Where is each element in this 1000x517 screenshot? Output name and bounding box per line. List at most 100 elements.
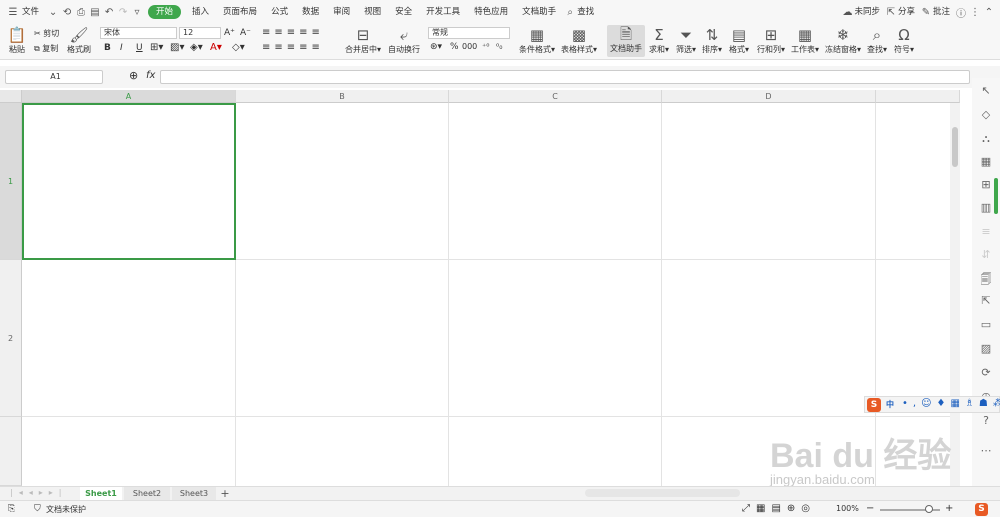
macro-icon[interactable]: ⎘ <box>8 504 15 514</box>
percent-button[interactable]: % <box>450 42 459 52</box>
bold-button[interactable]: B <box>104 43 111 53</box>
sort-sidebar-icon[interactable]: ⇵ <box>979 248 993 261</box>
tab-view[interactable]: 视图 <box>357 0 388 24</box>
ime-lang-toggle[interactable]: 中 <box>886 399 894 410</box>
row-header-3[interactable] <box>0 417 22 486</box>
font-grow-icon[interactable]: A⁺ <box>224 28 235 38</box>
file-menu[interactable]: 文件 <box>20 0 46 24</box>
merge-center-button[interactable]: ⊟ 合并居中▾ <box>343 26 383 55</box>
tab-security[interactable]: 安全 <box>388 0 419 24</box>
spreadsheet-grid[interactable]: A B C D 1 2 <box>0 90 960 486</box>
sort-button[interactable]: ⇅ 排序▾ <box>700 26 724 55</box>
format-painter-button[interactable]: 🖌 格式刷 <box>66 26 92 55</box>
font-shrink-icon[interactable]: A⁻ <box>240 28 251 38</box>
print-icon[interactable]: ⎙ <box>74 7 88 18</box>
fill-color-icon[interactable]: ▨▾ <box>170 42 184 53</box>
row-header-2[interactable]: 2 <box>0 260 22 417</box>
view-mode-icons[interactable]: ⤢▦▤⊕◎ <box>742 503 816 514</box>
tab-features[interactable]: 特色应用 <box>467 0 515 24</box>
zoom-level[interactable]: 100% <box>836 504 859 513</box>
search-label[interactable]: 查找 <box>577 0 601 24</box>
tab-formula[interactable]: 公式 <box>264 0 295 24</box>
column-header-c[interactable]: C <box>449 90 662 103</box>
cond-format-button[interactable]: ▦ 条件格式▾ <box>517 26 557 55</box>
chevron-down-icon[interactable]: ⌄ <box>46 7 60 18</box>
column-header-d[interactable]: D <box>662 90 876 103</box>
cut-button[interactable]: ✂ 剪切 <box>34 28 59 39</box>
question-icon[interactable]: ? <box>979 414 993 427</box>
tab-review[interactable]: 审阅 <box>326 0 357 24</box>
paste-button[interactable]: 📋 粘贴 <box>6 26 28 55</box>
list-icon[interactable]: ≡ <box>979 225 993 238</box>
column-header-a[interactable]: A <box>22 90 236 103</box>
sum-button[interactable]: Σ 求和▾ <box>648 26 670 55</box>
font-select[interactable]: 宋体 <box>100 27 177 39</box>
share-button[interactable]: 分享 <box>898 0 919 24</box>
zoom-lookup-icon[interactable]: ⊕ <box>129 69 138 82</box>
thousands-button[interactable]: 000 <box>462 42 477 51</box>
horizontal-scrollbar[interactable] <box>585 489 740 497</box>
protect-status[interactable]: 文档未保护 <box>46 504 86 515</box>
share-icon[interactable]: ⇱ <box>884 7 898 18</box>
comment-icon[interactable]: ✎ <box>919 7 933 18</box>
freeze-button[interactable]: ❄ 冻结窗格▾ <box>823 26 863 55</box>
tab-home[interactable]: 开始 <box>148 5 182 19</box>
font-color-icon[interactable]: A▾ <box>210 42 222 53</box>
fx-button[interactable]: fx <box>146 70 155 81</box>
add-sheet-button[interactable]: + <box>218 487 232 500</box>
zoom-in-icon[interactable]: + <box>945 503 953 514</box>
symbol-button[interactable]: Ω 符号▾ <box>892 26 916 55</box>
table-style-button[interactable]: ▩ 表格样式▾ <box>559 26 599 55</box>
search-icon[interactable]: ⌕ <box>563 7 577 18</box>
chart-icon[interactable]: ▥ <box>979 201 993 214</box>
filter-button[interactable]: ⏷ 筛选▾ <box>674 26 698 55</box>
doc-helper-button[interactable]: 🗎 文档助手 <box>607 25 645 57</box>
export-icon[interactable]: ⇱ <box>979 294 993 307</box>
grid-icon[interactable]: ⊞ <box>979 178 993 191</box>
comment-button[interactable]: 批注 <box>933 0 954 24</box>
font-size-select[interactable]: 12 <box>179 27 221 39</box>
tab-insert[interactable]: 插入 <box>185 0 216 24</box>
wps-logo-icon[interactable]: S <box>975 503 988 516</box>
border-icon[interactable]: ⊞▾ <box>150 42 163 53</box>
table-icon[interactable]: ▦ <box>979 155 993 168</box>
italic-button[interactable]: I <box>120 43 123 53</box>
horizontal-align-icons[interactable]: ≡≡≡≡≡ <box>262 42 324 53</box>
decimal-inc-icon[interactable]: ⁺⁰ <box>482 42 489 51</box>
clear-icon[interactable]: ◇▾ <box>232 42 245 53</box>
row-header-1[interactable]: 1 <box>0 103 22 260</box>
preview-icon[interactable]: ▤ <box>88 7 102 18</box>
tab-page-layout[interactable]: 页面布局 <box>216 0 264 24</box>
wrap-text-button[interactable]: ⤶ 自动换行 <box>386 26 422 55</box>
image-icon[interactable]: ▨ <box>979 342 993 355</box>
cloud-icon[interactable]: ☁ <box>840 7 854 18</box>
column-header-b[interactable]: B <box>236 90 449 103</box>
zoom-out-icon[interactable]: − <box>866 503 874 514</box>
select-all-corner[interactable] <box>0 90 22 103</box>
format-button[interactable]: ▤ 格式▾ <box>727 26 751 55</box>
sheet-tab-3[interactable]: Sheet3 <box>172 487 216 500</box>
bucket-icon[interactable]: ◈▾ <box>190 42 203 53</box>
selected-cell-a1[interactable] <box>22 103 236 260</box>
currency-icon[interactable]: ⊛▾ <box>430 42 442 52</box>
more-icon[interactable]: ▿ <box>130 7 144 18</box>
underline-button[interactable]: U <box>136 43 143 53</box>
paint-icon[interactable]: ⛬ <box>979 132 993 146</box>
doc-icon[interactable]: 🗐 <box>979 271 993 290</box>
find-button[interactable]: ⌕ 查找▾ <box>866 26 888 55</box>
rowcol-button[interactable]: ⊞ 行和列▾ <box>754 26 788 55</box>
redo-icon[interactable]: ↷ <box>116 7 130 18</box>
worksheet-button[interactable]: ▦ 工作表▾ <box>790 26 820 55</box>
formula-input[interactable] <box>160 70 970 84</box>
decimal-dec-icon[interactable]: ⁰₀ <box>496 42 502 51</box>
sheet-nav-icons[interactable]: |◂◂▸▸| <box>10 488 67 497</box>
shape-icon[interactable]: ◇ <box>979 108 993 121</box>
sheet-tab-2[interactable]: Sheet2 <box>124 487 170 500</box>
undo-icon[interactable]: ↶ <box>102 7 116 18</box>
collapse-icon[interactable]: ⌃ <box>982 7 996 18</box>
scroll-thumb[interactable] <box>952 127 958 167</box>
archive-icon[interactable]: ▭ <box>979 318 993 331</box>
more-menu-icon[interactable]: ⋮ <box>968 7 982 18</box>
sync-status[interactable]: 未同步 <box>854 0 884 24</box>
sheet-tab-1[interactable]: Sheet1 <box>80 487 122 500</box>
